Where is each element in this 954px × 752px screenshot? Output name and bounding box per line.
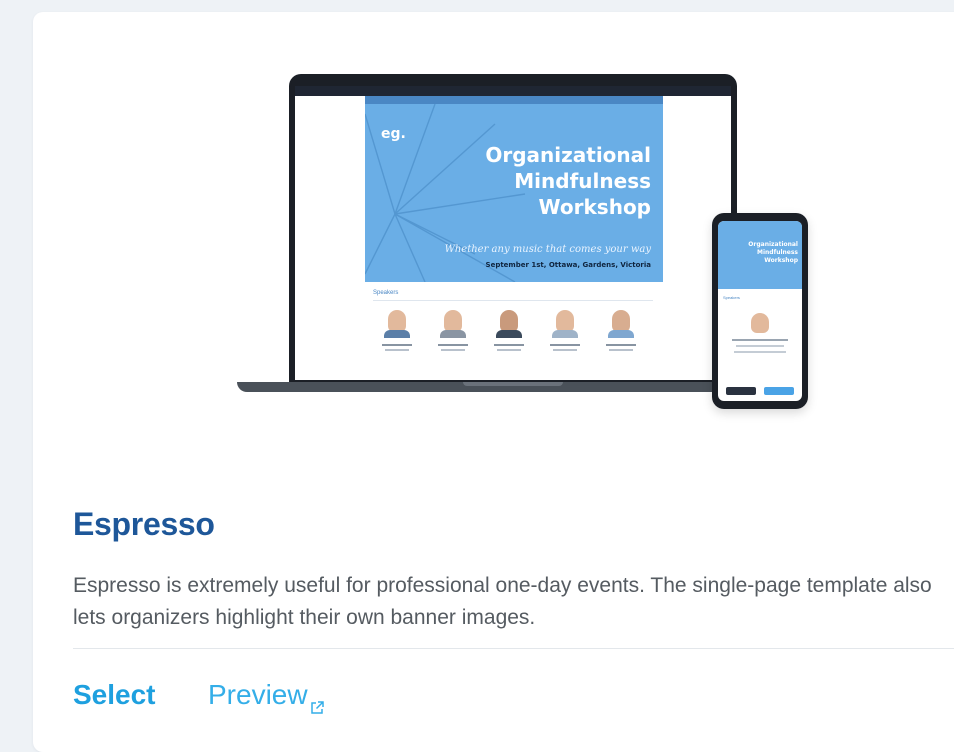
phone-text-line — [734, 351, 786, 353]
card-divider — [73, 648, 954, 649]
template-title: Espresso — [73, 506, 215, 542]
template-description: Espresso is extremely useful for profess… — [73, 574, 932, 629]
preview-link-label: Preview — [208, 679, 308, 710]
mock-speaker — [489, 310, 529, 351]
mock-date-location: September 1st, Ottawa, Gardens, Victoria — [485, 261, 651, 269]
template-preview-image: eg. Organizational Mindfulness Workshop … — [33, 12, 954, 452]
phone-text-line — [732, 339, 788, 341]
mock-browser-bar — [295, 86, 731, 96]
laptop-display: eg. Organizational Mindfulness Workshop … — [295, 86, 731, 380]
phone-banner: Organizational Mindfulness Workshop — [718, 221, 802, 289]
mock-divider — [373, 300, 653, 301]
mock-nav-bar — [365, 96, 663, 104]
laptop-mockup: eg. Organizational Mindfulness Workshop … — [289, 74, 737, 386]
phone-title-line: Organizational — [748, 241, 798, 248]
phone-speaker-avatar — [751, 313, 769, 333]
phone-text-line — [736, 345, 784, 347]
phone-title-line: Mindfulness — [756, 249, 798, 256]
phone-mockup: Organizational Mindfulness Workshop Spea… — [712, 213, 808, 409]
mock-event-title: Organizational Mindfulness Workshop — [485, 142, 651, 220]
phone-display: Organizational Mindfulness Workshop Spea… — [718, 221, 802, 401]
mock-title-line: Organizational — [485, 143, 651, 167]
phone-mock-button — [726, 387, 756, 395]
mock-event-page: eg. Organizational Mindfulness Workshop … — [365, 96, 663, 380]
phone-speakers-label: Speakers — [723, 295, 740, 300]
mock-tagline: Whether any music that comes your way — [444, 244, 651, 255]
mock-title-line: Mindfulness — [514, 169, 651, 193]
mock-speaker — [545, 310, 585, 351]
mock-speakers-label: Speakers — [373, 290, 399, 296]
mock-speaker — [601, 310, 641, 351]
mock-speaker — [377, 310, 417, 351]
mock-logo: eg. — [381, 126, 406, 142]
laptop-notch — [463, 382, 563, 386]
phone-mock-button-primary — [764, 387, 794, 395]
mock-speaker — [433, 310, 473, 351]
mock-banner: eg. Organizational Mindfulness Workshop … — [365, 104, 663, 282]
mock-title-line: Workshop — [538, 195, 651, 219]
phone-event-title: Organizational Mindfulness Workshop — [748, 241, 798, 265]
select-button[interactable]: Select — [73, 679, 156, 711]
template-card: eg. Organizational Mindfulness Workshop … — [33, 12, 954, 752]
preview-link[interactable]: Preview — [208, 679, 324, 714]
phone-title-line: Workshop — [764, 257, 798, 264]
external-link-icon — [310, 690, 324, 714]
